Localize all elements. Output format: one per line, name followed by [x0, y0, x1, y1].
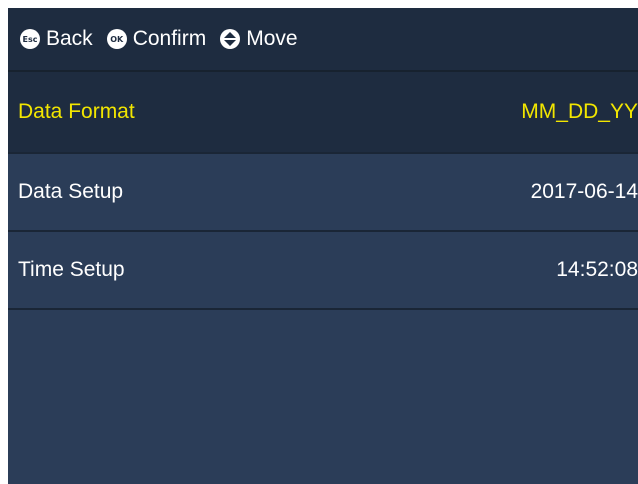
move-hint[interactable]: Move	[220, 27, 298, 51]
ok-key-icon: OK	[106, 29, 127, 49]
menu-item-label: Data Format	[18, 100, 135, 123]
menu-item-label: Time Setup	[18, 258, 125, 281]
settings-menu: Data Format MM_DD_YY Data Setup 2017-06-…	[8, 72, 638, 310]
settings-screen: Esc Back OK Confirm Move Data Format MM_…	[8, 8, 638, 484]
menu-item-data-setup[interactable]: Data Setup 2017-06-14	[8, 154, 638, 232]
confirm-hint[interactable]: OK Confirm	[106, 27, 207, 51]
back-label: Back	[46, 27, 93, 50]
menu-item-value: MM_DD_YY	[521, 100, 638, 123]
up-down-arrow-icon	[220, 29, 241, 49]
menu-item-value: 2017-06-14	[530, 180, 638, 203]
key-hint-bar: Esc Back OK Confirm Move	[8, 8, 638, 72]
menu-item-data-format[interactable]: Data Format MM_DD_YY	[8, 72, 638, 154]
menu-item-label: Data Setup	[18, 180, 124, 203]
move-label: Move	[246, 27, 298, 50]
confirm-label: Confirm	[132, 27, 207, 50]
menu-item-time-setup[interactable]: Time Setup 14:52:08	[8, 232, 638, 310]
esc-key-icon: Esc	[20, 29, 40, 49]
menu-item-value: 14:52:08	[556, 258, 638, 281]
back-hint[interactable]: Esc Back	[20, 27, 93, 51]
